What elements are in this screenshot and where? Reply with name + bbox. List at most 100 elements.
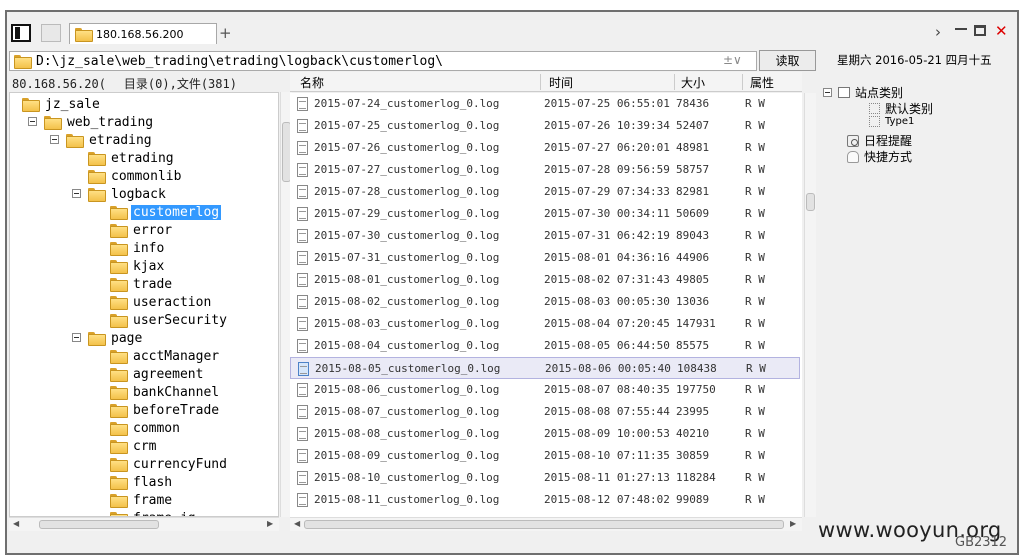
file-row[interactable]: 2015-08-04_customerlog_0.log 2015-08-05 0… — [290, 335, 800, 357]
path-input[interactable]: D:\jz_sale\web_trading\etrading\logback\… — [9, 51, 757, 71]
file-name: 2015-08-02_customerlog_0.log — [314, 295, 500, 308]
file-row[interactable]: 2015-08-07_customerlog_0.log 2015-08-08 0… — [290, 401, 800, 423]
file-time: 2015-07-27 06:20:01 — [544, 141, 670, 154]
file-row[interactable]: 2015-07-31_customerlog_0.log 2015-08-01 0… — [290, 247, 800, 269]
history-dropdown[interactable]: ±∨ — [723, 53, 742, 67]
file-size: 52407 — [676, 119, 710, 132]
folder-icon — [14, 55, 32, 69]
column-name[interactable]: 名称 — [300, 74, 324, 91]
scroll-thumb[interactable] — [806, 193, 815, 211]
tree-node[interactable]: common — [110, 419, 182, 437]
file-row[interactable]: 2015-08-05_customerlog_0.log 2015-08-06 0… — [290, 357, 800, 379]
file-time: 2015-07-25 06:55:01 — [544, 97, 670, 110]
tree-node[interactable]: flash — [110, 473, 174, 491]
tree-node[interactable]: useraction — [110, 293, 213, 311]
file-size: 13036 — [676, 295, 710, 308]
column-time[interactable]: 时间 — [549, 74, 573, 91]
tree-node[interactable]: etrading — [88, 149, 176, 167]
tree-node[interactable]: crm — [110, 437, 158, 455]
collapse-icon[interactable] — [823, 88, 832, 97]
collapse-icon[interactable] — [50, 135, 59, 144]
folder-icon — [110, 476, 128, 490]
tree-node[interactable]: beforeTrade — [110, 401, 221, 419]
file-attr: R W — [746, 362, 766, 375]
column-attr[interactable]: 属性 — [750, 74, 774, 91]
blank-tab-icon[interactable] — [41, 24, 61, 42]
tree-node[interactable]: agreement — [110, 365, 205, 383]
sidebar-toggle-icon[interactable] — [11, 24, 31, 42]
folder-icon — [66, 134, 84, 148]
file-icon — [297, 119, 308, 133]
scroll-left-icon[interactable]: ◀ — [294, 519, 300, 528]
site-category-node[interactable]: 站点类别 — [823, 84, 903, 101]
type1-node[interactable]: Type1 — [869, 116, 914, 127]
folder-icon — [110, 278, 128, 292]
collapse-icon[interactable] — [72, 189, 81, 198]
maximize-button[interactable] — [974, 25, 986, 36]
tree-node-label: currencyFund — [133, 456, 227, 472]
file-size: 147931 — [676, 317, 716, 330]
file-attr: R W — [745, 317, 765, 330]
read-button[interactable]: 读取 — [759, 50, 816, 71]
file-row[interactable]: 2015-08-09_customerlog_0.log 2015-08-10 0… — [290, 445, 800, 467]
tree-horizontal-scrollbar[interactable]: ◀ ▶ — [9, 517, 279, 531]
close-button[interactable]: ✕ — [995, 22, 1008, 40]
folder-icon — [110, 296, 128, 310]
file-row[interactable]: 2015-08-01_customerlog_0.log 2015-08-02 0… — [290, 269, 800, 291]
file-row[interactable]: 2015-07-27_customerlog_0.log 2015-07-28 0… — [290, 159, 800, 181]
tree-node[interactable]: kjax — [110, 257, 166, 275]
scroll-left-icon[interactable]: ◀ — [13, 519, 19, 528]
tree-node[interactable]: frame — [110, 491, 174, 509]
tree-node[interactable]: currencyFund — [110, 455, 229, 473]
file-row[interactable]: 2015-07-25_customerlog_0.log 2015-07-26 1… — [290, 115, 800, 137]
tab-session[interactable]: 180.168.56.200 — [69, 23, 217, 44]
folder-icon — [88, 152, 106, 166]
collapse-icon[interactable] — [72, 333, 81, 342]
file-row[interactable]: 2015-07-26_customerlog_0.log 2015-07-27 0… — [290, 137, 800, 159]
tree-node[interactable]: trade — [110, 275, 174, 293]
file-row[interactable]: 2015-08-03_customerlog_0.log 2015-08-04 0… — [290, 313, 800, 335]
tree-node[interactable]: jz_sale — [22, 95, 102, 113]
tree-node[interactable]: etrading — [50, 131, 154, 149]
column-size[interactable]: 大小 — [681, 74, 705, 91]
scroll-right-icon[interactable]: ▶ — [267, 519, 273, 528]
tree-node[interactable]: commonlib — [88, 167, 183, 185]
collapse-icon[interactable] — [28, 117, 37, 126]
file-row[interactable]: 2015-08-10_customerlog_0.log 2015-08-11 0… — [290, 467, 800, 489]
minimize-button[interactable] — [955, 28, 967, 30]
file-row[interactable]: 2015-07-28_customerlog_0.log 2015-07-29 0… — [290, 181, 800, 203]
file-row[interactable]: 2015-07-29_customerlog_0.log 2015-07-30 0… — [290, 203, 800, 225]
tree-node-label: userSecurity — [133, 312, 227, 328]
file-time: 2015-08-03 00:05:30 — [544, 295, 670, 308]
default-category-node[interactable]: 默认类别 — [869, 100, 933, 117]
scroll-thumb[interactable] — [304, 520, 784, 529]
file-name: 2015-07-28_customerlog_0.log — [314, 185, 500, 198]
file-row[interactable]: 2015-07-30_customerlog_0.log 2015-07-31 0… — [290, 225, 800, 247]
file-row[interactable]: 2015-08-08_customerlog_0.log 2015-08-09 1… — [290, 423, 800, 445]
scroll-thumb[interactable] — [39, 520, 159, 529]
tree-node[interactable]: web_trading — [28, 113, 155, 131]
file-size: 48981 — [676, 141, 710, 154]
file-row[interactable]: 2015-07-24_customerlog_0.log 2015-07-25 0… — [290, 93, 800, 115]
tree-node[interactable]: customerlog — [110, 203, 222, 221]
file-row[interactable]: 2015-08-06_customerlog_0.log 2015-08-07 0… — [290, 379, 800, 401]
list-vertical-scrollbar[interactable] — [804, 93, 816, 517]
tree-node[interactable]: frame_jg — [110, 509, 198, 516]
add-tab-button[interactable]: + — [219, 24, 232, 42]
scroll-right-icon[interactable]: ▶ — [790, 519, 796, 528]
chevron-right-icon[interactable]: › — [935, 23, 941, 41]
file-attr: R W — [745, 493, 765, 506]
shortcut-node[interactable]: 快捷方式 — [847, 148, 912, 165]
list-horizontal-scrollbar[interactable]: ◀ ▶ — [290, 517, 802, 531]
schedule-node[interactable]: 日程提醒 — [847, 132, 912, 149]
tree-node[interactable]: info — [110, 239, 166, 257]
tree-node[interactable]: page — [72, 329, 144, 347]
tree-node[interactable]: logback — [72, 185, 168, 203]
tree-node[interactable]: error — [110, 221, 174, 239]
tree-node[interactable]: acctManager — [110, 347, 221, 365]
tree-node[interactable]: bankChannel — [110, 383, 221, 401]
file-icon — [297, 405, 308, 419]
file-row[interactable]: 2015-08-02_customerlog_0.log 2015-08-03 0… — [290, 291, 800, 313]
file-row[interactable]: 2015-08-11_customerlog_0.log 2015-08-12 0… — [290, 489, 800, 511]
tree-node[interactable]: userSecurity — [110, 311, 229, 329]
